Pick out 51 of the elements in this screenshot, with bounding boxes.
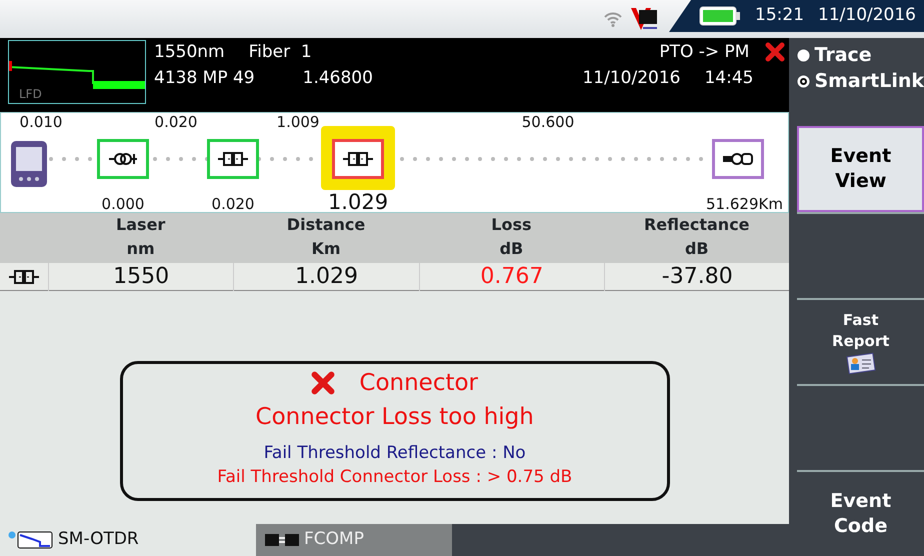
column-unit: nm bbox=[126, 238, 156, 260]
date-text: 11/10/2016 bbox=[818, 4, 916, 28]
span-length: 0.020 bbox=[154, 112, 198, 133]
trace-label: LFD bbox=[19, 86, 42, 103]
radio-label[interactable]: SmartLink bbox=[814, 68, 924, 94]
end-event-icon[interactable] bbox=[712, 139, 764, 179]
event-position: 0.020 bbox=[212, 194, 254, 215]
direction-text: PTO -> PM bbox=[659, 41, 750, 64]
fiber-text: Fiber 1 bbox=[248, 41, 312, 64]
event-title: Connector bbox=[359, 368, 478, 398]
logo-icon bbox=[629, 6, 660, 32]
connector-event-icon[interactable] bbox=[207, 139, 259, 179]
index-text: 1.46800 bbox=[302, 66, 373, 90]
connector-event-icon[interactable] bbox=[332, 139, 384, 179]
column-unit: dB bbox=[498, 238, 524, 260]
table-cell: 1550 bbox=[48, 263, 234, 291]
job-text: 4138 MP 49 bbox=[154, 66, 255, 90]
radio-label[interactable]: Trace bbox=[814, 42, 872, 68]
event-position: 1.029 bbox=[328, 189, 388, 216]
time-text: 15:21 bbox=[755, 4, 804, 28]
fast-report-button[interactable]: Fast Report bbox=[797, 298, 924, 384]
report-icon bbox=[846, 352, 876, 374]
table-cell: 0.767 bbox=[418, 263, 604, 291]
verdict-message: Connector Loss too high bbox=[254, 403, 535, 432]
column-unit: dB bbox=[684, 238, 710, 260]
threshold-text: Fail Threshold Connector Loss : > 0.75 dB bbox=[216, 466, 574, 488]
threshold-text: Fail Threshold Reflectance : No bbox=[262, 442, 527, 464]
span-length: 0.010 bbox=[20, 112, 62, 133]
span-length: 50.600 bbox=[522, 112, 574, 133]
event-position: 51.629Km bbox=[706, 194, 783, 215]
column-header: Distance bbox=[286, 214, 366, 236]
otdr-device-icon[interactable] bbox=[9, 139, 49, 189]
battery-icon bbox=[699, 6, 742, 26]
wifi-icon bbox=[603, 11, 624, 27]
column-header: Laser bbox=[115, 214, 166, 236]
column-header: Reflectance bbox=[642, 214, 751, 236]
softkey-button[interactable]: Event View bbox=[797, 126, 924, 212]
softkey-button[interactable]: Event Code bbox=[797, 470, 924, 556]
date-text: 11/10/2016 bbox=[582, 66, 680, 90]
splice-event-icon[interactable] bbox=[97, 139, 149, 179]
time-text: 14:45 bbox=[704, 66, 754, 90]
wavelength-text: 1550nm bbox=[154, 41, 225, 64]
table-cell: 1.029 bbox=[233, 263, 419, 291]
span-length: 1.009 bbox=[276, 112, 320, 133]
trace-icon bbox=[8, 530, 54, 550]
radio-button[interactable] bbox=[797, 74, 810, 88]
column-header: Loss bbox=[490, 214, 533, 236]
connector-pair-icon bbox=[264, 531, 300, 549]
radio-button[interactable] bbox=[797, 48, 810, 62]
event-position: 0.000 bbox=[102, 194, 144, 215]
column-unit: Km bbox=[310, 238, 342, 260]
